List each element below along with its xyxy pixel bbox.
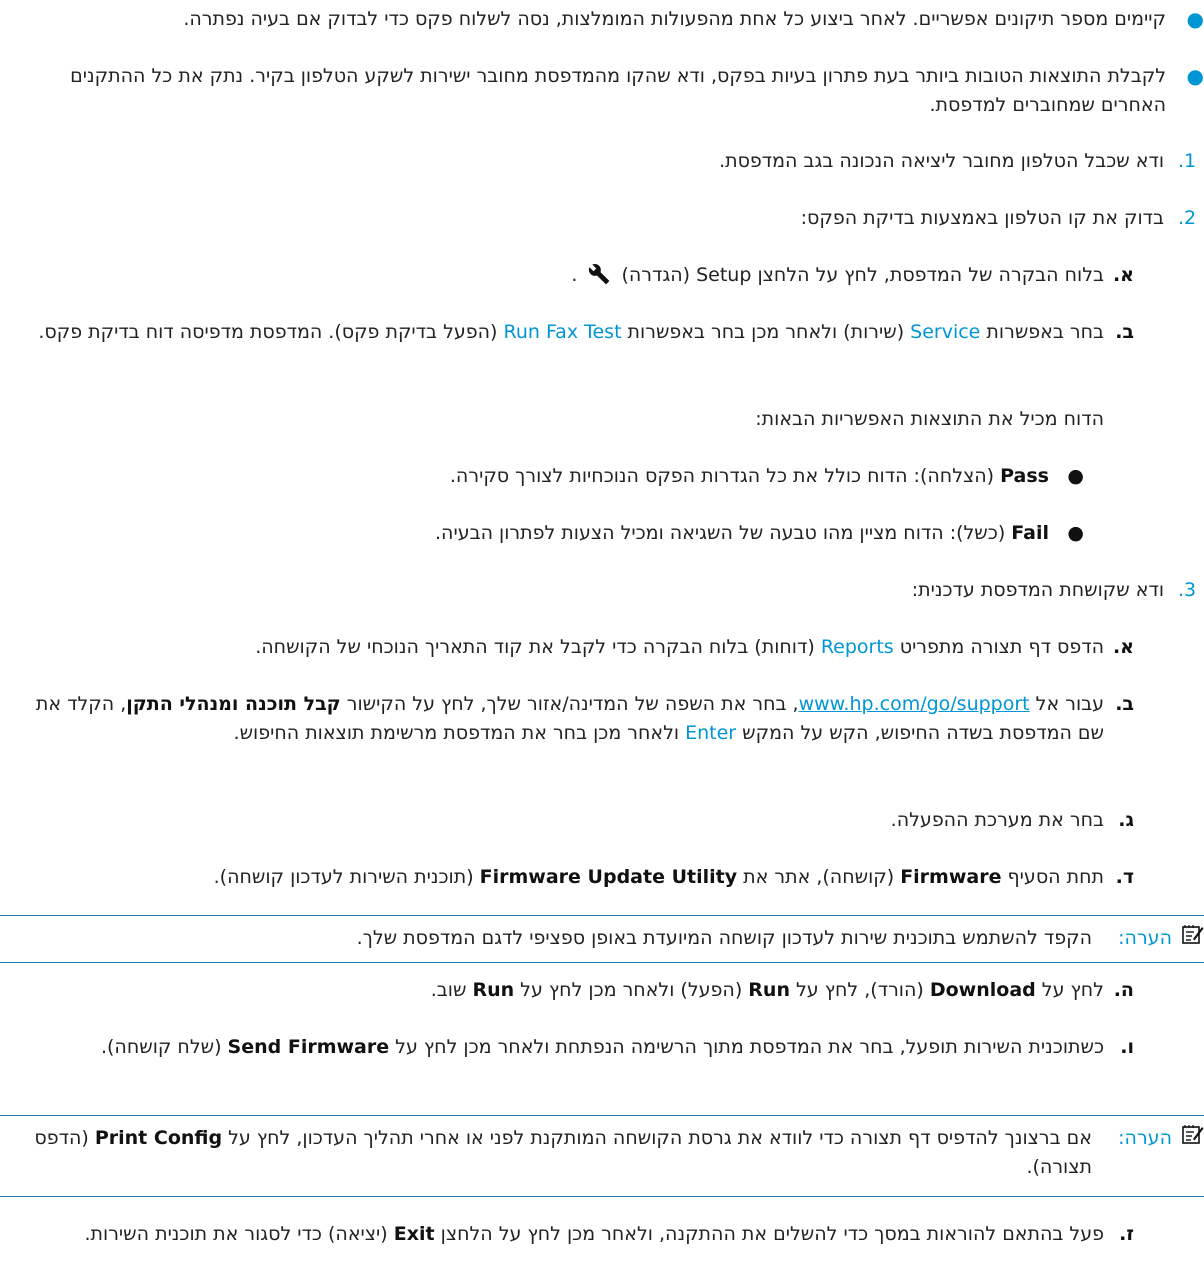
substep-3d: ד. תחת הסעיף Firmware (קושחה), אתר את Fi… (0, 863, 1204, 892)
send-firmware-term: Send Firmware (227, 1036, 390, 1058)
substep-text: (תוכנית השירות לעדכון קושחה). (213, 866, 480, 888)
substep-text: הדפס דף תצורה מתפריט (893, 636, 1104, 658)
bullet-item: ● לקבלת התוצאות הטובות ביותר בעת פתרון ב… (0, 62, 1204, 120)
step-number: 1. (1178, 150, 1197, 172)
result-fail: ● Fail (כשל): הדוח מציין מהו טבעה של השג… (0, 519, 1204, 548)
substep-letter: א. (1112, 264, 1134, 286)
substep-3e: ה. לחץ על Download (הורד), לחץ על Run (ה… (0, 976, 1204, 1005)
substep-text: בלוח הבקרה של המדפסת, לחץ על הלחצן Setup… (621, 264, 1104, 286)
step-number: 2. (1178, 207, 1197, 229)
results-intro: הדוח מכיל את התוצאות האפשריות הבאות: (0, 405, 1204, 434)
note-label: הערה: (1118, 1127, 1172, 1149)
substep-3c: ג. בחר את מערכת ההפעלה. (0, 806, 1204, 835)
fail-term: Fail (1011, 522, 1049, 544)
document-page: ● קיימים מספר תיקונים אפשריים. לאחר ביצו… (0, 0, 1204, 1285)
firmware-term: Firmware (900, 866, 1002, 888)
substep-3b: ב. עבור אל www.hp.com/go/support, בחר את… (0, 690, 1204, 748)
substep-letter: ב. (1115, 693, 1134, 715)
substep-text: שוב. (430, 979, 473, 1001)
bullet-item: ● קיימים מספר תיקונים אפשריים. לאחר ביצו… (0, 5, 1204, 34)
substep-text: (יציאה) כדי לסגור את תוכנית השירות. (84, 1223, 394, 1245)
substep-text-end: . (571, 264, 578, 286)
substep-text: (דוחות) בלוח הבקרה כדי לקבל את קוד התארי… (255, 636, 821, 658)
bullet-icon: ● (1186, 7, 1204, 31)
exit-term: Exit (393, 1223, 435, 1245)
note-text: אם ברצונך להדפיס דף תצורה כדי לוודא את ג… (222, 1127, 1092, 1149)
print-config-term: Print Config (94, 1127, 223, 1149)
step-1: 1. ודא שכבל הטלפון מחובר ליציאה הנכונה ב… (0, 147, 1204, 176)
run-term: Run (472, 979, 515, 1001)
substep-letter: ב. (1115, 321, 1134, 343)
reports-menu-item: Reports (820, 636, 894, 658)
substep-3f: ו. כשתוכנית השירות תופעל, בחר את המדפסת … (0, 1033, 1204, 1062)
fail-text: (כשל): הדוח מציין מהו טבעה של השגיאה ומכ… (435, 522, 1012, 544)
substep-letter: ג. (1118, 809, 1134, 831)
pass-text: (הצלחה): הדוח כולל את כל הגדרות הפקס הנו… (449, 465, 1001, 487)
substep-text: תחת הסעיף (1001, 866, 1104, 888)
bullet-text: קיימים מספר תיקונים אפשריים. לאחר ביצוע … (183, 8, 1166, 30)
substep-3g: ז. פעל בהתאם להוראות במסך כדי להשלים את … (0, 1220, 1204, 1249)
step-text: ודא שכבל הטלפון מחובר ליציאה הנכונה בגב … (719, 150, 1164, 172)
substep-letter: ז. (1119, 1223, 1134, 1245)
substep-text: (הפעל) ולאחר מכן לחץ על (514, 979, 749, 1001)
substep-letter: ה. (1113, 979, 1134, 1001)
step-text: ודא שקושחת המדפסת עדכנית: (911, 579, 1164, 601)
substep-text: כשתוכנית השירות תופעל, בחר את המדפסת מתו… (389, 1036, 1104, 1058)
service-menu-item: Service (910, 321, 981, 343)
substep-text: (שלח קושחה). (100, 1036, 228, 1058)
substep-text: בחר את מערכת ההפעלה. (890, 809, 1104, 831)
run-fax-test-menu-item: Run Fax Test (503, 321, 622, 343)
step-2: 2. בדוק את קו הטלפון באמצעות בדיקת הפקס: (0, 204, 1204, 233)
substep-3a: א. הדפס דף תצורה מתפריט Reports (דוחות) … (0, 633, 1204, 662)
pass-term: Pass (1000, 465, 1049, 487)
enter-key: Enter (685, 722, 737, 744)
results-intro-text: הדוח מכיל את התוצאות האפשריות הבאות: (755, 408, 1104, 430)
hp-support-link[interactable]: www.hp.com/go/support (799, 693, 1030, 715)
substep-text: ולאחר מכן בחר את המדפסת מרשימת תוצאות הח… (233, 722, 686, 744)
bullet-icon: ● (1186, 64, 1204, 88)
substep-text: עבור אל (1029, 693, 1104, 715)
substep-text: , בחר את השפה של המדינה/אזור שלך, לחץ על… (340, 693, 799, 715)
substep-text: (הורד), לחץ על (789, 979, 930, 1001)
substep-2a: א. בלוח הבקרה של המדפסת, לחץ על הלחצן Se… (0, 261, 1204, 290)
note-text: הקפד להשתמש בתוכנית שירות לעדכון קושחה ה… (356, 927, 1092, 949)
wrench-icon (589, 264, 610, 285)
bullet-icon: ● (1067, 465, 1084, 487)
step-3: 3. ודא שקושחת המדפסת עדכנית: (0, 576, 1204, 605)
download-term: Download (929, 979, 1036, 1001)
note-box: הערה: אם ברצונך להדפיס דף תצורה כדי לווד… (0, 1115, 1204, 1197)
note-label: הערה: (1118, 927, 1172, 949)
substep-text: (הפעל בדיקת פקס). המדפסת מדפיסה דוח בדיק… (38, 321, 504, 343)
substep-2b: ב. בחר באפשרות Service (שירות) ולאחר מכן… (0, 318, 1204, 347)
substep-text: בחר באפשרות (980, 321, 1104, 343)
result-pass: ● Pass (הצלחה): הדוח כולל את כל הגדרות ה… (0, 462, 1204, 491)
substep-text: פעל בהתאם להוראות במסך כדי להשלים את ההת… (434, 1223, 1104, 1245)
bullet-icon: ● (1067, 522, 1084, 544)
substep-text: (קושחה), אתר את (737, 866, 901, 888)
software-drivers-link-text: קבל תוכנה ומנהלי התקן (126, 693, 341, 715)
substep-letter: א. (1112, 636, 1134, 658)
substep-text: (שירות) ולאחר מכן בחר באפשרות (621, 321, 911, 343)
bullet-text: לקבלת התוצאות הטובות ביותר בעת פתרון בעי… (70, 65, 1166, 116)
substep-letter: ד. (1115, 866, 1134, 888)
run-term: Run (748, 979, 790, 1001)
substep-text: לחץ על (1035, 979, 1104, 1001)
firmware-update-utility-term: Firmware Update Utility (479, 866, 738, 888)
step-text: בדוק את קו הטלפון באמצעות בדיקת הפקס: (800, 207, 1164, 229)
note-box: הערה: הקפד להשתמש בתוכנית שירות לעדכון ק… (0, 915, 1204, 963)
substep-letter: ו. (1120, 1036, 1134, 1058)
step-number: 3. (1178, 579, 1197, 601)
